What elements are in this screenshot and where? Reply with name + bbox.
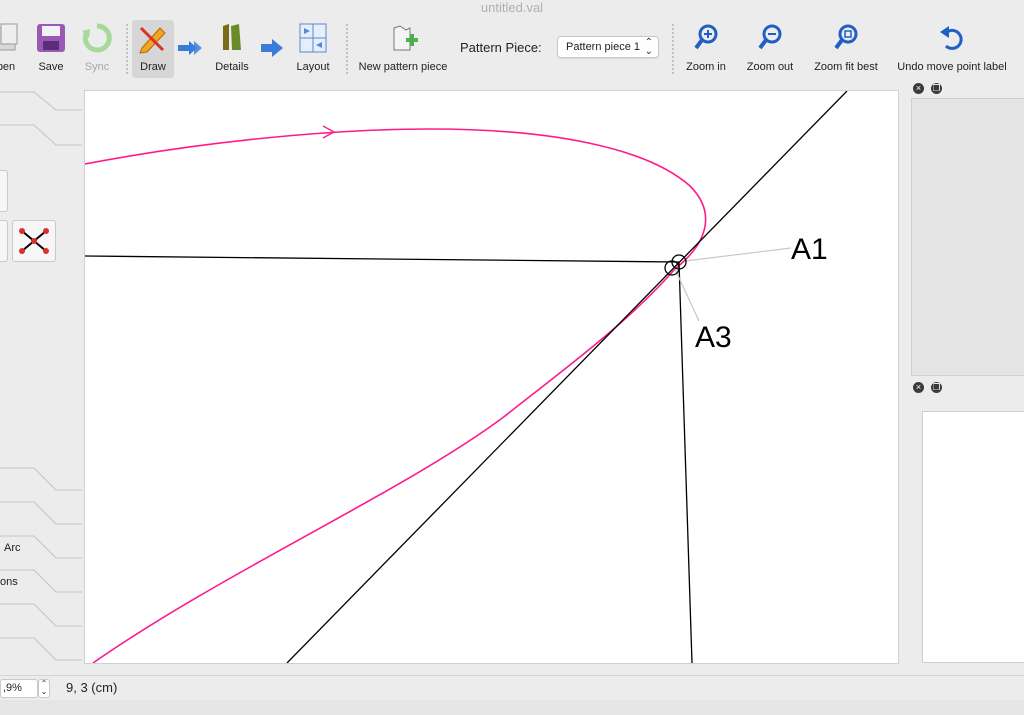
tool-group-arc[interactable]: Arc [4, 542, 21, 554]
zoom-out-button[interactable]: Zoom out [742, 20, 798, 78]
sync-button[interactable]: Sync [78, 20, 116, 78]
cursor-coordinates: 9, 3 (cm) [66, 680, 118, 695]
open-label: pen [0, 61, 16, 73]
details-icon [223, 24, 241, 50]
bottom-strip [0, 700, 1024, 715]
line-diagonal[interactable] [286, 91, 848, 663]
pattern-piece-value: Pattern piece 1 [566, 41, 640, 53]
new-piece-icon [393, 25, 418, 51]
undo-icon [940, 26, 963, 50]
zoom-fit-best-button[interactable]: Zoom fit best [810, 20, 882, 78]
open-button[interactable]: pen [0, 20, 26, 78]
status-bar: ,9% ⌃ ⌄ 9, 3 (cm) [0, 675, 1024, 700]
tool-group-operations[interactable]: ons [0, 576, 18, 588]
sync-label: Sync [84, 61, 110, 73]
zoom-in-icon [694, 24, 718, 50]
new-pattern-piece-label: New pattern piece [358, 61, 448, 73]
pattern-piece-select[interactable]: Pattern piece 1 ⌃ ⌄ [557, 36, 659, 58]
close-icon[interactable]: × [913, 83, 924, 94]
zoom-fit-best-label: Zoom fit best [814, 61, 878, 73]
tool-button[interactable] [0, 220, 8, 262]
open-icon [0, 23, 18, 51]
draw-label: Draw [140, 61, 166, 73]
dock-top-body [911, 98, 1024, 376]
zoom-field[interactable]: ,9% [0, 679, 38, 698]
zoom-out-icon [758, 24, 782, 50]
sync-icon [82, 23, 112, 53]
zoom-in-label: Zoom in [686, 61, 726, 73]
zoom-fit-icon [834, 24, 858, 50]
dock-panel-bottom: × ❐ [908, 379, 1024, 670]
layout-icon [299, 23, 327, 53]
pattern-piece-label: Pattern Piece: [460, 40, 542, 55]
close-icon[interactable]: × [913, 382, 924, 393]
zoom-value: ,9% [3, 682, 22, 694]
details-button[interactable]: Details [210, 20, 254, 78]
details-label: Details [215, 61, 249, 73]
dock-panel-top: × ❐ [908, 80, 1024, 376]
drawing-canvas[interactable]: A1 A3 [84, 90, 899, 664]
line-horizontal[interactable] [85, 255, 680, 263]
main-toolbar: pen Save Sync Draw Details [0, 16, 1024, 80]
leader-line-a3 [674, 268, 700, 322]
layout-button[interactable]: Layout [292, 20, 334, 78]
draw-icon [139, 26, 166, 54]
dock-bottom-body [922, 411, 1024, 663]
window-title: untitled.val [480, 0, 544, 15]
intersection-tool-button[interactable] [12, 220, 56, 262]
save-label: Save [38, 61, 64, 73]
save-icon [37, 24, 65, 52]
save-button[interactable]: Save [32, 20, 70, 78]
intersection-icon [19, 228, 49, 254]
undo-label: Undo move point label [897, 61, 1007, 73]
line-vertical[interactable] [678, 261, 693, 663]
leader-line-a1 [684, 247, 792, 262]
point-label-a3[interactable]: A3 [695, 321, 732, 354]
arrow-icon [261, 39, 283, 57]
float-icon[interactable]: ❐ [931, 83, 942, 94]
undo-button[interactable]: Undo move point label [892, 20, 1012, 78]
new-pattern-piece-button[interactable]: New pattern piece [356, 20, 450, 78]
tool-panel: Arc ons [0, 80, 82, 670]
spline-curve[interactable] [85, 128, 707, 663]
zoom-stepper[interactable]: ⌃ ⌄ [38, 679, 50, 698]
tool-button[interactable] [0, 170, 8, 212]
arrow-icon [178, 41, 202, 55]
point-label-a1[interactable]: A1 [791, 233, 828, 266]
zoom-out-label: Zoom out [746, 61, 794, 73]
layout-label: Layout [296, 61, 330, 73]
zoom-in-button[interactable]: Zoom in [682, 20, 730, 78]
chevron-updown-icon: ⌃ ⌄ [644, 37, 653, 57]
float-icon[interactable]: ❐ [931, 382, 942, 393]
draw-button[interactable]: Draw [132, 20, 174, 78]
